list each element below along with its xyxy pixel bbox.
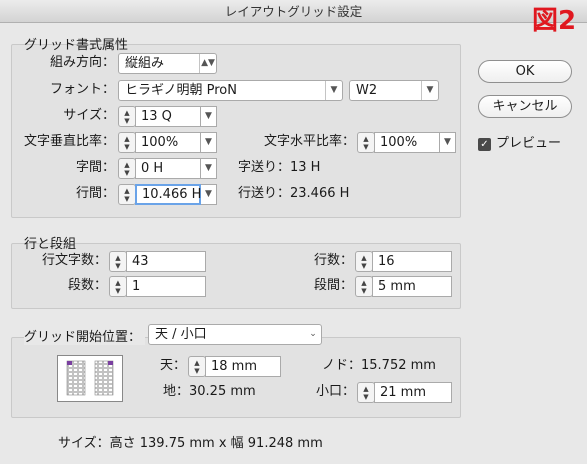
- start-position-value: 天 / 小口: [155, 327, 207, 342]
- lines-label: 行数：: [313, 253, 353, 268]
- chevron-down-icon[interactable]: ▼: [201, 132, 217, 153]
- preview-checkbox[interactable]: ✓: [478, 138, 491, 151]
- chars-per-line-label: 行文字数：: [41, 253, 107, 268]
- line-gap-stepper[interactable]: ▲ ▼: [118, 184, 136, 205]
- chevron-down-icon[interactable]: ▼: [440, 132, 456, 153]
- columns-label: 段数：: [67, 278, 107, 293]
- gutter-field[interactable]: 5 mm: [372, 276, 452, 297]
- line-gap-field[interactable]: 10.466 H: [135, 184, 201, 205]
- lines-stepper[interactable]: ▲ ▼: [355, 251, 373, 272]
- gutter-label: 段間：: [313, 278, 353, 293]
- vertical-scale-field[interactable]: 100%: [135, 132, 201, 153]
- start-position-select[interactable]: 天 / 小口 ⌄: [148, 324, 322, 345]
- lines-field[interactable]: 16: [372, 251, 452, 272]
- chevron-down-icon: ⌄: [309, 329, 317, 339]
- inside-margin-text: ノド：15.752 mm: [322, 358, 436, 373]
- font-label: フォント：: [49, 82, 115, 97]
- direction-select[interactable]: 縦組み ▲▼: [118, 53, 217, 74]
- fore-edge-stepper[interactable]: ▲ ▼: [357, 382, 375, 403]
- font-style-select[interactable]: W2 ▼: [349, 80, 439, 101]
- preview-label: プレビュー: [496, 136, 562, 151]
- size-field[interactable]: 13 Q: [135, 106, 201, 127]
- ok-button[interactable]: OK: [478, 60, 572, 83]
- font-family-select[interactable]: ヒラギノ明朝 ProN ▼: [118, 80, 343, 101]
- font-family-value: ヒラギノ明朝 ProN: [125, 83, 237, 98]
- grid-attributes-title: グリッド書式属性: [24, 38, 129, 53]
- size-label: サイズ：: [63, 108, 115, 123]
- char-pitch-text: 字送り：13 H: [238, 160, 321, 175]
- cancel-button[interactable]: キャンセル: [478, 95, 572, 118]
- columns-field[interactable]: 1: [126, 276, 206, 297]
- chevron-down-icon[interactable]: ▼: [201, 158, 217, 179]
- direction-label: 組み方向：: [49, 55, 115, 70]
- vertical-scale-label: 文字垂直比率：: [23, 134, 115, 149]
- line-gap-label: 行間：: [75, 186, 115, 201]
- top-margin-stepper[interactable]: ▲ ▼: [188, 356, 206, 377]
- chars-per-line-stepper[interactable]: ▲ ▼: [109, 251, 127, 272]
- char-gap-stepper[interactable]: ▲ ▼: [118, 158, 136, 179]
- window-title: レイアウトグリッド設定: [0, 0, 587, 23]
- horizontal-scale-stepper[interactable]: ▲ ▼: [357, 132, 375, 153]
- chevron-down-icon[interactable]: ▼: [201, 184, 217, 205]
- top-margin-field[interactable]: 18 mm: [205, 356, 281, 377]
- chevron-down-icon: ▼: [421, 81, 438, 100]
- char-gap-field[interactable]: 0 H: [135, 158, 201, 179]
- chevron-down-icon: ▲▼: [199, 54, 216, 73]
- line-pitch-text: 行送り：23.466 H: [238, 186, 350, 201]
- gutter-stepper[interactable]: ▲ ▼: [355, 276, 373, 297]
- top-margin-label: 天：: [159, 358, 186, 373]
- horizontal-scale-field[interactable]: 100%: [374, 132, 440, 153]
- start-position-title: グリッド開始位置：: [24, 326, 146, 345]
- page-preview-icon: [57, 355, 123, 402]
- columns-stepper[interactable]: ▲ ▼: [109, 276, 127, 297]
- document-size-text: サイズ：高さ 139.75 mm x 幅 91.248 mm: [58, 436, 323, 451]
- direction-value: 縦組み: [125, 56, 165, 71]
- font-style-value: W2: [356, 83, 378, 98]
- char-gap-label: 字間：: [75, 160, 115, 175]
- fore-edge-label: 小口：: [315, 384, 355, 399]
- size-stepper[interactable]: ▲ ▼: [118, 106, 136, 127]
- chevron-down-icon: ▼: [325, 81, 342, 100]
- figure-badge: 図2: [532, 6, 577, 36]
- chars-per-line-field[interactable]: 43: [126, 251, 206, 272]
- vertical-scale-stepper[interactable]: ▲ ▼: [118, 132, 136, 153]
- chevron-down-icon[interactable]: ▼: [201, 106, 217, 127]
- fore-edge-field[interactable]: 21 mm: [374, 382, 452, 403]
- horizontal-scale-label: 文字水平比率：: [263, 134, 355, 149]
- bottom-margin-text: 地：30.25 mm: [163, 384, 256, 399]
